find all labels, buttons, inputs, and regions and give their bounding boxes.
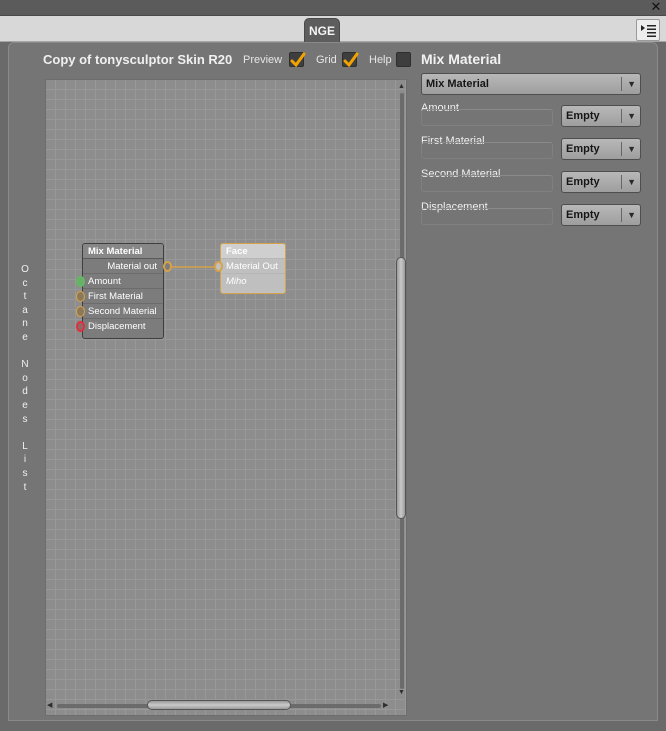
node-output-port[interactable]: Material out: [83, 259, 163, 274]
side-label-char: d: [22, 386, 28, 398]
select-value: Empty: [566, 209, 600, 221]
select-value: Mix Material: [426, 78, 489, 90]
tab-nge[interactable]: NGE: [304, 18, 340, 44]
param-field-first-material[interactable]: [421, 142, 553, 159]
select-value: Empty: [566, 143, 600, 155]
select-divider: [621, 208, 622, 222]
node-input-amount[interactable]: Amount: [83, 274, 163, 289]
tab-strip: NGE: [0, 16, 666, 44]
side-label-char: c: [22, 277, 28, 289]
first-material-port-dot[interactable]: [76, 291, 85, 302]
select-value: Empty: [566, 176, 600, 188]
checkmark-icon: [290, 52, 306, 68]
panel-menu-button[interactable]: [636, 19, 660, 41]
help-checkbox[interactable]: [396, 52, 411, 67]
node-title: Mix Material: [83, 244, 163, 259]
side-label-char: N: [21, 359, 29, 371]
node-link: [168, 266, 217, 268]
dropdown-caret-icon: ▼: [627, 210, 636, 220]
scroll-thumb[interactable]: [147, 700, 291, 710]
scroll-right-arrow-icon[interactable]: ▶: [383, 702, 388, 710]
close-icon[interactable]: ✕: [650, 0, 662, 13]
param-select-amount[interactable]: Empty ▼: [561, 105, 641, 127]
node-input-first-material[interactable]: First Material: [83, 289, 163, 304]
nge-content: Copy of tonysculptor Skin R20 Preview Gr…: [8, 42, 658, 721]
side-label-char: n: [22, 318, 28, 330]
side-label-char: o: [22, 372, 28, 384]
node-title: Face: [221, 244, 285, 259]
scroll-up-arrow-icon[interactable]: ▲: [398, 83, 405, 91]
displacement-port-dot[interactable]: [76, 321, 85, 332]
second-material-port-dot[interactable]: [76, 306, 85, 317]
select-divider: [621, 175, 622, 189]
window-titlebar: ✕: [0, 0, 666, 16]
inspector-title: Mix Material: [421, 51, 502, 67]
side-label-char: s: [22, 467, 28, 479]
editor-header: Copy of tonysculptor Skin R20 Preview Gr…: [9, 51, 429, 71]
param-field-displacement[interactable]: [421, 208, 553, 225]
inspector-panel: Mix Material Mix Material ▼ Amount Empty…: [413, 47, 653, 717]
help-label: Help: [369, 54, 392, 66]
material-type-select[interactable]: Mix Material ▼: [421, 73, 641, 95]
document-title: Copy of tonysculptor Skin R20: [43, 52, 233, 67]
scroll-left-arrow-icon[interactable]: ◀: [47, 702, 52, 710]
side-label-char: s: [22, 413, 28, 425]
dropdown-caret-icon: ▼: [627, 177, 636, 187]
param-field-amount[interactable]: [421, 109, 553, 126]
dropdown-caret-icon: ▼: [627, 111, 636, 121]
side-label-char: a: [22, 304, 28, 316]
output-port-dot[interactable]: [163, 261, 172, 272]
grid-label: Grid: [316, 54, 337, 66]
scroll-down-arrow-icon[interactable]: ▼: [398, 689, 405, 697]
preview-label: Preview: [243, 54, 283, 66]
node-graph-canvas[interactable]: Mix Material Material out Amount First M…: [45, 79, 407, 716]
select-divider: [621, 142, 622, 156]
mix-material-node[interactable]: Mix Material Material out Amount First M…: [82, 243, 164, 339]
side-label-char: e: [22, 331, 28, 343]
node-input-displacement[interactable]: Displacement: [83, 319, 163, 334]
canvas-vertical-scrollbar[interactable]: ▲ ▼: [396, 83, 408, 699]
scroll-thumb[interactable]: [396, 257, 406, 519]
param-select-displacement[interactable]: Empty ▼: [561, 204, 641, 226]
select-value: Empty: [566, 110, 600, 122]
nge-window: ✕ NGE Copy of tonysculptor Skin R20 Prev…: [0, 0, 666, 731]
node-input-second-material[interactable]: Second Material: [83, 304, 163, 319]
param-select-first-material[interactable]: Empty ▼: [561, 138, 641, 160]
dropdown-caret-icon: ▼: [627, 79, 636, 89]
grid-checkbox[interactable]: [342, 52, 359, 68]
octane-nodes-list-tab[interactable]: O c t a n e N o d e s L i s t: [19, 263, 31, 494]
param-field-second-material[interactable]: [421, 175, 553, 192]
side-label-char: t: [23, 291, 27, 303]
param-select-second-material[interactable]: Empty ▼: [561, 171, 641, 193]
canvas-horizontal-scrollbar[interactable]: ◀ ▶: [45, 699, 393, 713]
node-extra-label: Miho: [221, 274, 285, 289]
amount-port-dot[interactable]: [76, 276, 85, 287]
side-label-char: [19, 426, 31, 440]
side-label-char: O: [21, 264, 29, 275]
side-label-char: [19, 345, 31, 359]
select-divider: [621, 109, 622, 123]
side-label-char: i: [23, 454, 27, 466]
select-divider: [621, 77, 622, 91]
face-port-dot[interactable]: [214, 261, 223, 272]
side-label-char: e: [22, 399, 28, 411]
side-label-char: t: [23, 481, 27, 493]
node-output-port[interactable]: Material Out: [221, 259, 285, 274]
face-material-node[interactable]: Face Material Out Miho: [220, 243, 286, 294]
side-label-char: L: [22, 440, 28, 452]
dropdown-caret-icon: ▼: [627, 144, 636, 154]
checkmark-icon: [343, 52, 359, 68]
panel-menu-icon: [641, 25, 656, 37]
preview-checkbox[interactable]: [289, 52, 306, 68]
